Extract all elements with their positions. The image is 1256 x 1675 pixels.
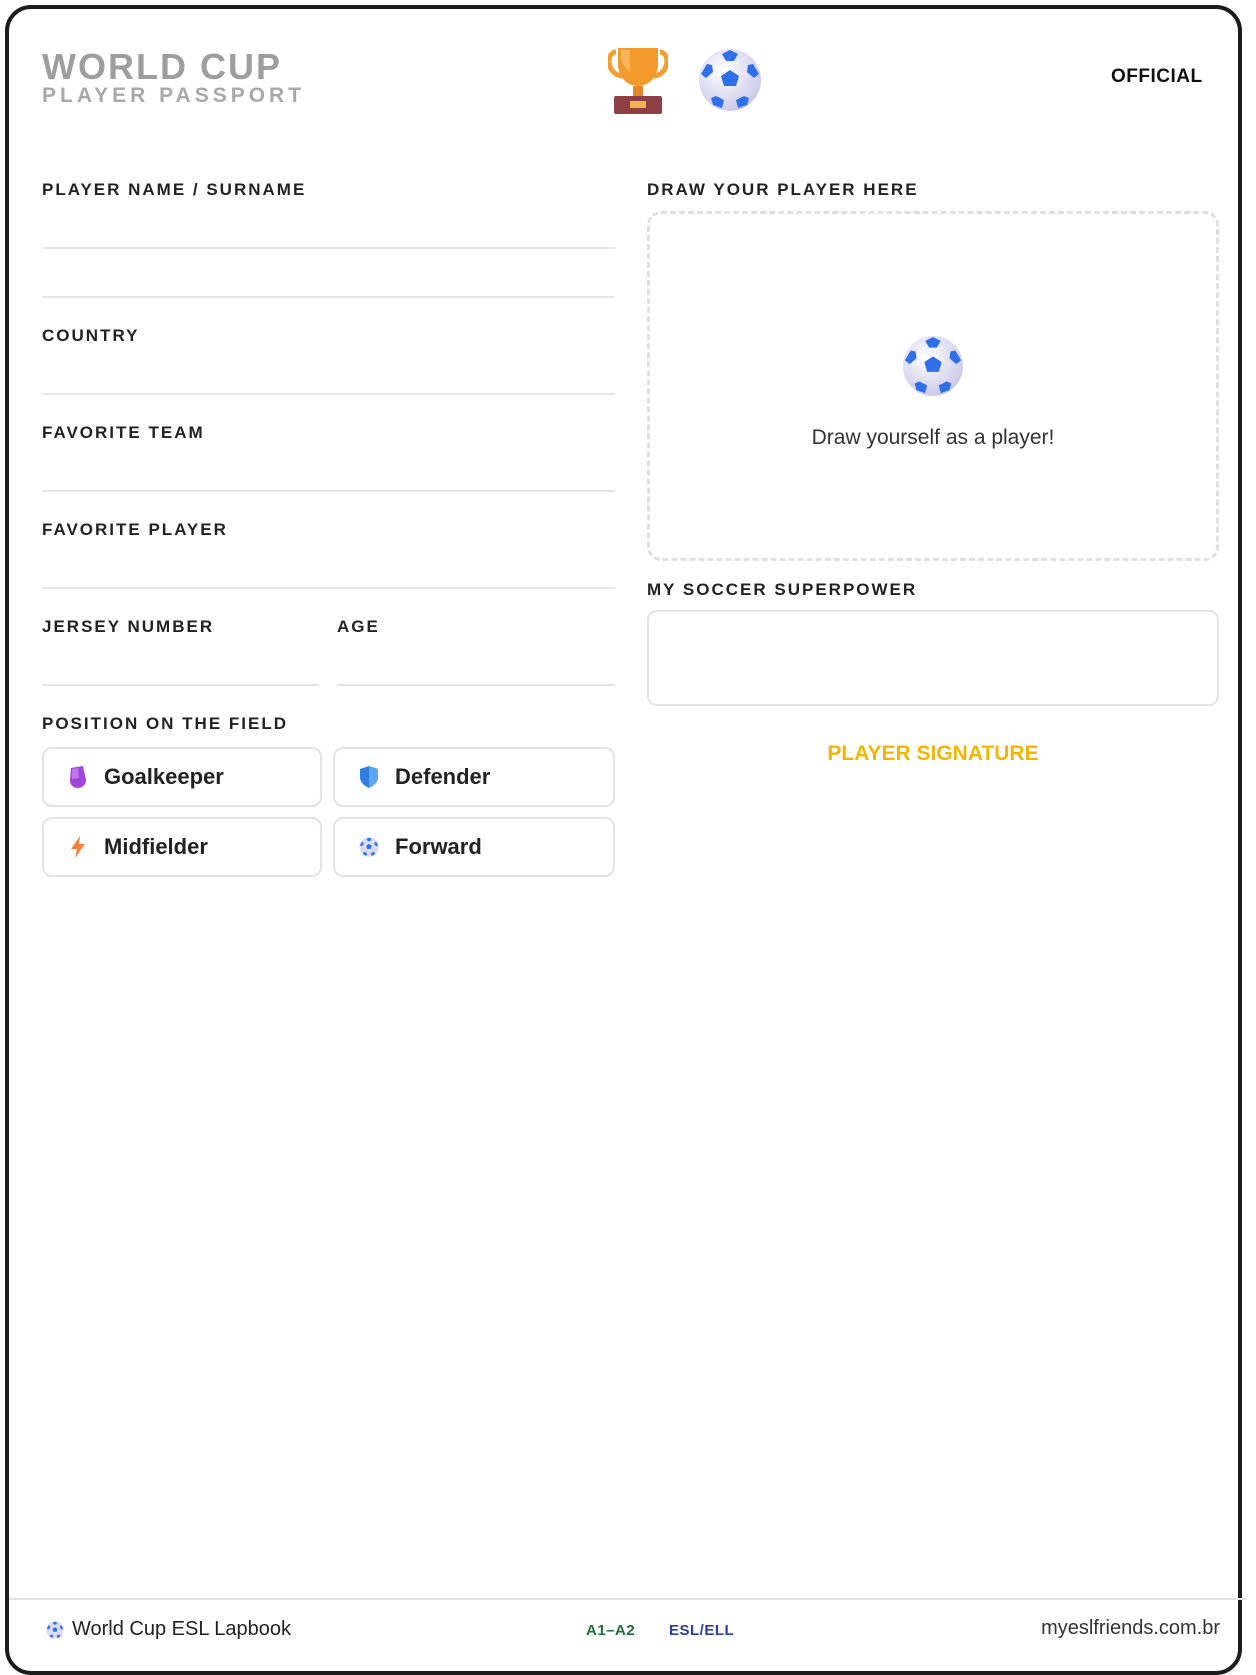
- jersey-number-line[interactable]: [42, 684, 319, 686]
- age-line[interactable]: [337, 684, 615, 686]
- gloves-icon: [66, 765, 90, 789]
- position-option-label: Defender: [395, 764, 491, 789]
- position-option-label: Forward: [395, 834, 482, 859]
- position-option-goalkeeper[interactable]: Goalkeeper: [42, 747, 322, 807]
- age-label: AGE: [337, 617, 380, 636]
- position-label: POSITION ON THE FIELD: [42, 714, 289, 733]
- footer-level: A1–A2: [586, 1622, 636, 1639]
- superpower-field[interactable]: [647, 610, 1219, 706]
- soccer-ball-icon: [357, 835, 381, 859]
- player-name-line-2[interactable]: [42, 296, 615, 298]
- soccer-ball-icon: [902, 335, 964, 397]
- trophy-icon: [606, 46, 670, 114]
- position-option-midfielder[interactable]: Midfielder: [42, 817, 322, 877]
- soccer-ball-icon: [698, 48, 762, 112]
- favorite-team-label: FAVORITE TEAM: [42, 423, 205, 442]
- draw-label: DRAW YOUR PLAYER HERE: [647, 180, 919, 199]
- official-badge: OFFICIAL: [1111, 66, 1203, 87]
- shield-icon: [357, 765, 381, 789]
- position-option-label: Midfielder: [104, 834, 208, 859]
- player-name-label: PLAYER NAME / SURNAME: [42, 180, 307, 199]
- superpower-label: MY SOCCER SUPERPOWER: [647, 580, 918, 599]
- favorite-player-label: FAVORITE PLAYER: [42, 520, 228, 539]
- player-name-line-1[interactable]: [42, 247, 615, 249]
- country-line[interactable]: [42, 393, 615, 395]
- footer-website: myeslfriends.com.br: [1041, 1617, 1220, 1639]
- footer-divider: [9, 1598, 1247, 1600]
- position-option-defender[interactable]: Defender: [333, 747, 615, 807]
- favorite-player-line[interactable]: [42, 587, 615, 589]
- position-option-forward[interactable]: Forward: [333, 817, 615, 877]
- lightning-icon: [66, 835, 90, 859]
- drawing-caption: Draw yourself as a player!: [811, 426, 1055, 449]
- jersey-number-label: JERSEY NUMBER: [42, 617, 215, 636]
- position-option-label: Goalkeeper: [104, 764, 224, 789]
- page-title: WORLD CUP: [42, 46, 282, 87]
- country-label: COUNTRY: [42, 326, 140, 345]
- footer-title: World Cup ESL Lapbook: [72, 1618, 292, 1640]
- favorite-team-line[interactable]: [42, 490, 615, 492]
- footer-program: ESL/ELL: [669, 1622, 735, 1639]
- soccer-ball-icon: [46, 1621, 64, 1639]
- player-signature-label: PLAYER SIGNATURE: [827, 742, 1039, 765]
- page-subtitle: PLAYER PASSPORT: [42, 84, 306, 107]
